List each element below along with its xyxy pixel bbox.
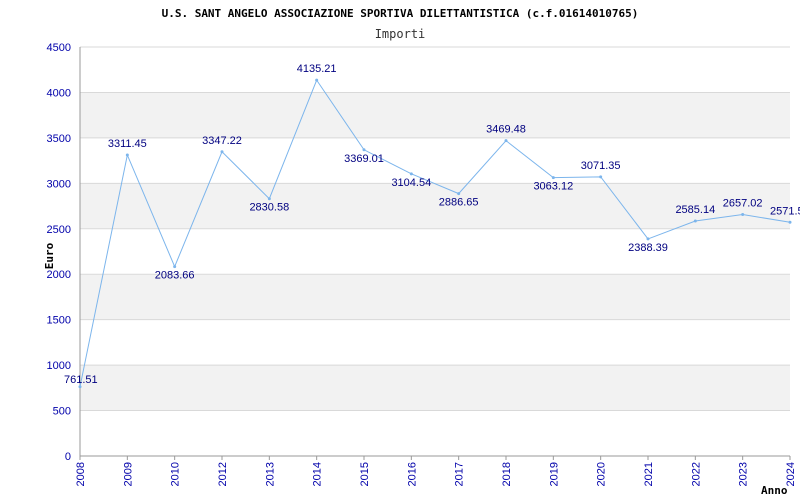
x-tick-label: 2017: [454, 462, 466, 486]
data-point: [315, 78, 319, 82]
data-label: 2083.66: [155, 270, 195, 282]
line-chart: 0 500 1000 1500 2000 2500 3000 3500 4000 4500 200…: [43, 7, 800, 497]
data-point: [457, 192, 461, 196]
y-tick-label: 2000: [47, 269, 71, 281]
data-point: [125, 153, 129, 157]
data-label: 761.51: [64, 374, 98, 386]
data-label: 2886.65: [439, 197, 479, 209]
data-point: [646, 237, 650, 241]
x-tick-label: 2016: [406, 462, 418, 486]
y-tick-label: 0: [65, 451, 71, 463]
data-point: [599, 175, 603, 179]
x-tick-label: 2008: [75, 462, 87, 486]
y-axis-label: Euro: [43, 242, 56, 269]
data-point: [220, 150, 224, 154]
data-label: 3469.48: [486, 124, 526, 136]
data-point: [362, 148, 366, 152]
x-tick-label: 2013: [264, 462, 276, 486]
y-tick-label: 1500: [47, 315, 71, 327]
data-point: [551, 176, 555, 180]
data-label: 2388.39: [628, 242, 668, 254]
data-label: 3311.45: [108, 138, 147, 150]
data-point: [267, 197, 271, 201]
data-point: [741, 213, 745, 217]
x-tick-label: 2023: [738, 462, 750, 486]
x-tick-label: 2014: [312, 462, 324, 486]
data-point: [173, 265, 177, 269]
y-tick-label: 500: [53, 406, 71, 418]
x-tick-label: 2012: [217, 462, 229, 486]
x-tick-label: 2010: [170, 462, 182, 486]
data-label: 2585.14: [675, 204, 715, 216]
data-label: 3104.54: [391, 177, 431, 189]
data-label: 2571.5: [770, 205, 800, 217]
data-label: 2657.02: [723, 198, 763, 210]
data-label: 4135.21: [297, 63, 337, 75]
x-tick-label: 2018: [501, 462, 513, 486]
data-point: [693, 219, 697, 223]
data-point: [788, 220, 792, 224]
y-tick-label: 4500: [47, 42, 71, 54]
chart-title: U.S. SANT ANGELO ASSOCIAZIONE SPORTIVA D…: [162, 7, 639, 20]
x-tick-label: 2024: [785, 462, 797, 486]
data-label: 3071.35: [581, 160, 621, 172]
y-tick-label: 4000: [47, 87, 71, 99]
x-tick-label: 2009: [122, 462, 134, 486]
x-axis-label: Anno: [761, 484, 788, 497]
y-tick-label: 3500: [47, 133, 71, 145]
x-tick-label: 2015: [359, 462, 371, 486]
chart-subtitle: Importi: [375, 27, 426, 41]
x-tick-label: 2019: [548, 462, 560, 486]
data-label: 3369.01: [344, 153, 384, 165]
grid-band: [80, 365, 790, 411]
y-tick-label: 1000: [47, 360, 71, 372]
x-tick-label: 2020: [596, 462, 608, 486]
x-tick-label: 2022: [690, 462, 702, 486]
data-point: [504, 139, 508, 143]
grid-band: [80, 92, 790, 138]
data-label: 3347.22: [202, 135, 242, 147]
y-tick-label: 3000: [47, 178, 71, 190]
data-label: 3063.12: [533, 181, 573, 193]
data-label: 2830.58: [249, 202, 289, 214]
data-point: [409, 172, 413, 176]
x-tick-label: 2021: [643, 462, 655, 486]
y-tick-label: 2500: [47, 224, 71, 236]
